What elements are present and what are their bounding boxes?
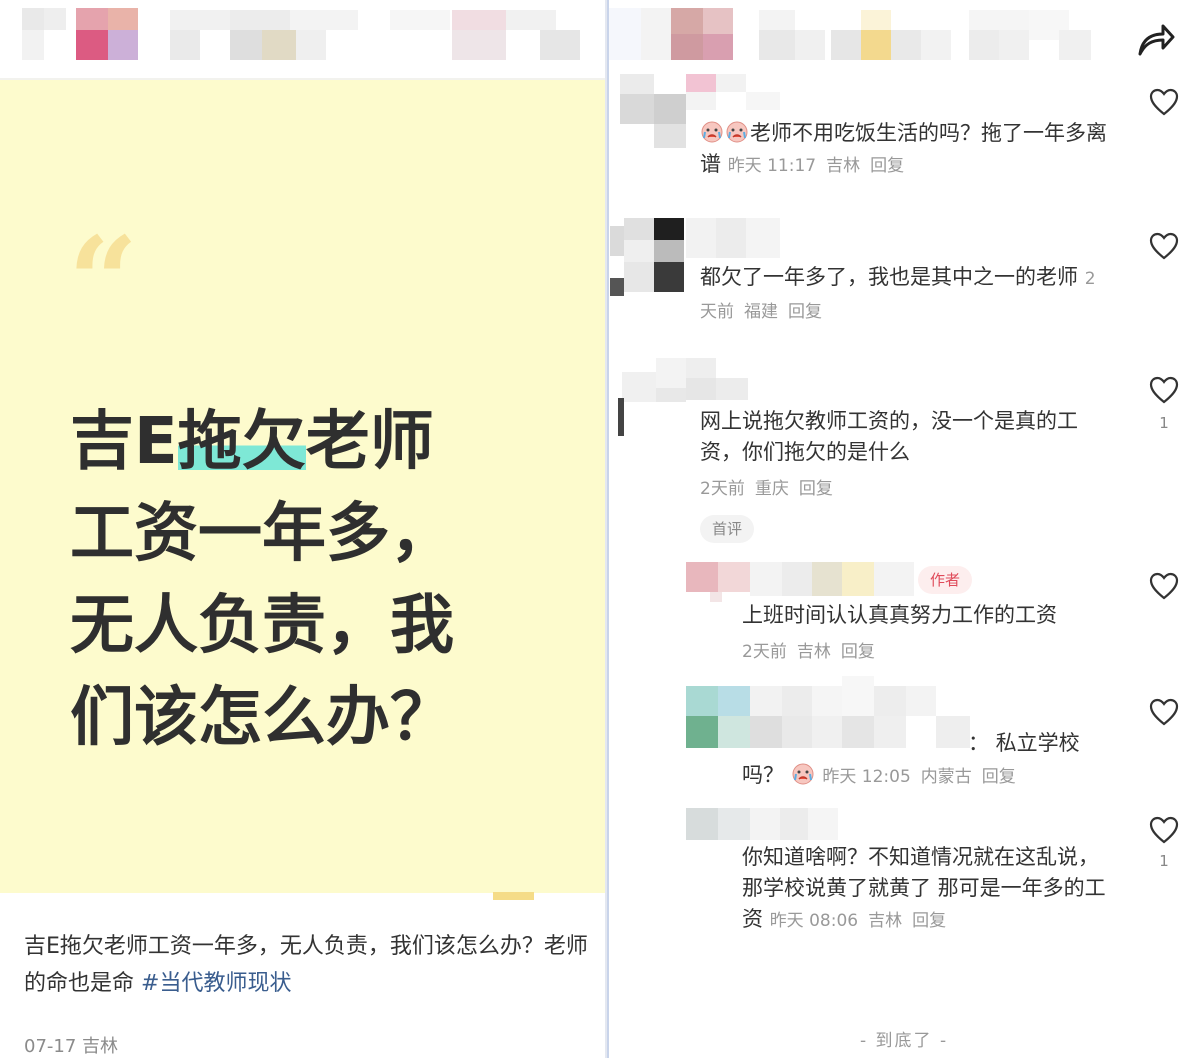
comment-body: 老师不用吃饭生活的吗？拖了一年多离谱 昨天 11:17 吉林 回复 — [700, 121, 1107, 176]
reply-button[interactable]: 回复 — [841, 642, 875, 662]
crying-emoji-icon — [726, 121, 748, 143]
comment-username[interactable] — [686, 358, 748, 400]
reply-username[interactable] — [750, 562, 916, 596]
comment-avatar[interactable] — [620, 74, 690, 154]
heart-icon[interactable] — [1149, 698, 1179, 726]
comment-avatar[interactable] — [610, 218, 688, 296]
reply-meta: 昨天 12:05 内蒙古 回复 — [822, 767, 1016, 787]
quote-mark-icon: “ — [68, 209, 138, 353]
blurred-avatar[interactable] — [671, 8, 735, 60]
comment-avatar[interactable] — [618, 358, 688, 438]
hashtag-link[interactable]: #当代教师现状 — [141, 971, 291, 996]
post-cover-image[interactable]: “ 吉E拖欠老师工资一年多，无人负责，我们该怎么办？ — [0, 80, 605, 900]
reply-avatar[interactable] — [686, 808, 750, 844]
reply-button[interactable]: 回复 — [799, 479, 833, 499]
post-author-header — [0, 0, 605, 78]
heart-icon[interactable] — [1149, 816, 1179, 844]
comment-meta: 昨天 11:17 吉林 回复 — [727, 156, 905, 176]
post-meta: 07-17 吉林 — [24, 1036, 119, 1057]
crying-emoji-icon — [701, 121, 723, 143]
cover-title-highlight: 拖欠 — [177, 405, 306, 479]
blurred-username — [759, 10, 1119, 60]
heart-icon[interactable] — [1149, 88, 1179, 116]
comment-username[interactable] — [686, 218, 782, 258]
reply-meta: 2天前 吉林 回复 — [742, 642, 875, 662]
comment-meta: 2天前 重庆 回复 — [700, 479, 833, 499]
comment-body: 都欠了一年多了，我也是其中之一的老师 2天前 福建 回复 — [700, 265, 1096, 322]
reply-username[interactable] — [750, 808, 840, 840]
reply-button[interactable]: 回复 — [788, 302, 822, 322]
reply-avatar[interactable] — [686, 562, 750, 606]
reply-body: 上班时间认认真真努力工作的工资 — [742, 603, 1057, 627]
reply-body-cont: 吗？ 昨天 12:05 内蒙古 回复 — [742, 760, 1122, 793]
first-comment-badge: 首评 — [700, 515, 754, 543]
reply-body: 你知道啥啊？不知道情况就在这乱说， 那学校说黄了就黄了 那可是一年多的工资 昨天… — [742, 845, 1106, 931]
like-count: 1 — [1159, 414, 1169, 432]
post-panel: “ 吉E拖欠老师工资一年多，无人负责，我们该怎么办？ 吉E拖欠老师工资一年多，无… — [0, 0, 605, 1058]
reply-meta: 昨天 08:06 吉林 回复 — [769, 911, 947, 931]
reply-button[interactable]: 回复 — [982, 767, 1016, 787]
like-count: 1 — [1159, 852, 1169, 870]
crying-emoji-icon — [792, 763, 814, 785]
end-of-list-text: - 到底了 - — [860, 1031, 949, 1051]
blurred-avatar[interactable] — [0, 8, 80, 60]
post-description: 吉E拖欠老师工资一年多，无人负责，我们该怎么办？老师的命也是命 #当代教师现状 — [24, 934, 588, 996]
cover-title: 吉E拖欠老师工资一年多，无人负责，我们该怎么办？ — [70, 405, 454, 755]
reply-username[interactable] — [750, 676, 972, 748]
comment-body: 网上说拖欠教师工资的，没一个是真的工资，你们拖欠的是什么 — [700, 409, 1078, 464]
author-badge: 作者 — [918, 566, 972, 594]
reply-button[interactable]: 回复 — [912, 911, 946, 931]
blurred-username — [170, 10, 360, 60]
heart-icon[interactable] — [1149, 572, 1179, 600]
heart-icon[interactable] — [1149, 376, 1179, 404]
reply-button[interactable]: 回复 — [870, 156, 904, 176]
reply-body: ： 私立学校 — [968, 731, 1080, 755]
reply-avatar[interactable] — [686, 686, 750, 748]
comment-username[interactable] — [686, 74, 782, 110]
share-icon[interactable] — [1136, 20, 1176, 58]
cover-decoration — [493, 892, 534, 900]
heart-icon[interactable] — [1149, 232, 1179, 260]
